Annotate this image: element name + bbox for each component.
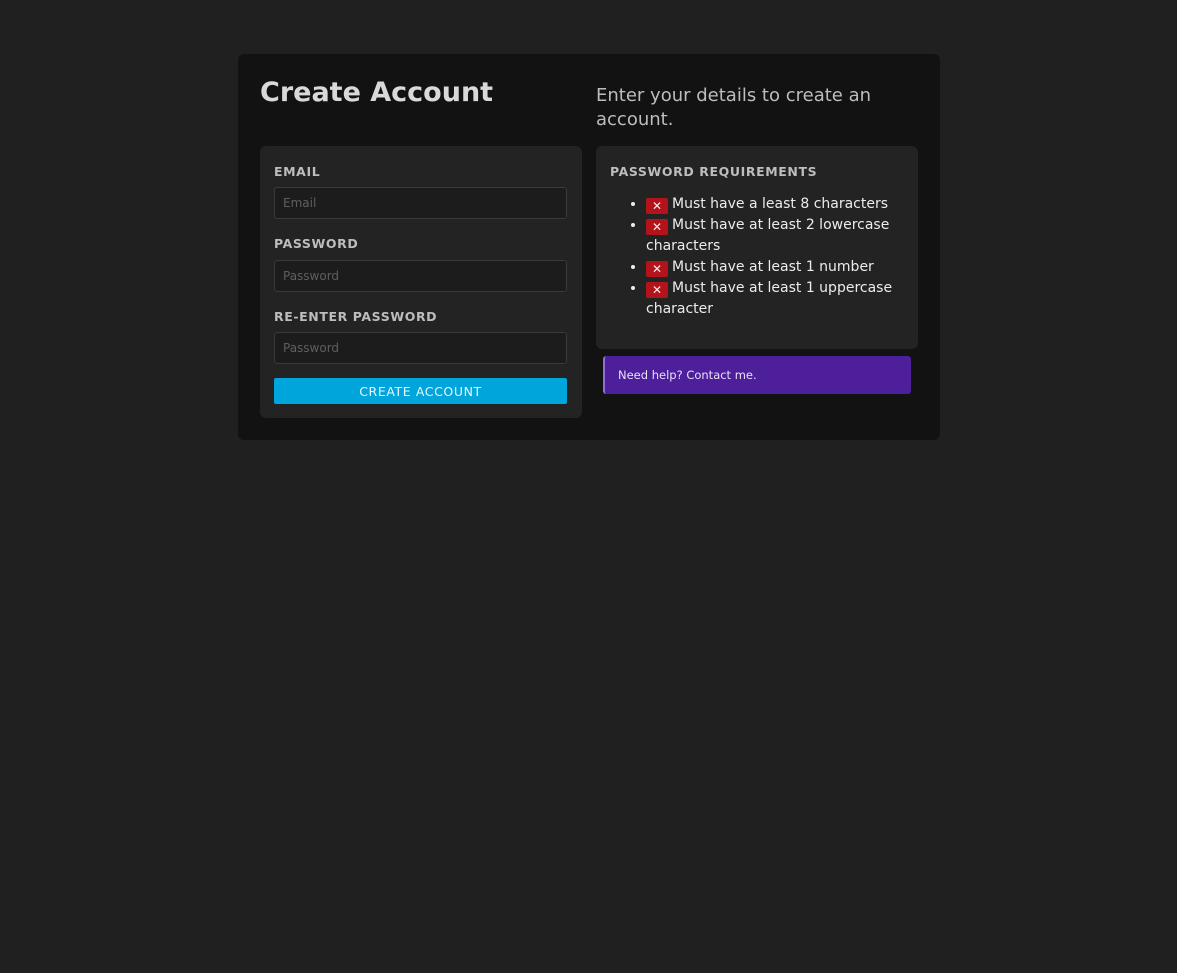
requirement-text: Must have a least 8 characters (672, 196, 889, 212)
password-requirements-panel: PASSWORD REQUIREMENTS ✕Must have a least… (596, 146, 918, 349)
close-icon: ✕ (646, 282, 668, 298)
page-subtitle: Enter your details to create an account. (596, 85, 872, 130)
requirement-item: ✕Must have at least 1 uppercase characte… (646, 278, 900, 320)
create-account-button[interactable]: CREATE ACCOUNT (274, 378, 567, 404)
password-label: PASSWORD (274, 236, 359, 251)
reenter-password-label: RE-ENTER PASSWORD (274, 309, 438, 324)
requirements-list: ✕Must have a least 8 characters ✕Must ha… (610, 194, 900, 320)
create-account-card: Create Account Enter your details to cre… (238, 54, 940, 440)
password-field[interactable] (274, 260, 567, 292)
requirement-text: Must have at least 1 number (672, 259, 874, 275)
email-field[interactable] (274, 187, 567, 219)
requirements-title: PASSWORD REQUIREMENTS (610, 164, 818, 179)
page-title: Create Account (260, 77, 494, 108)
email-label: EMAIL (274, 164, 321, 179)
close-icon: ✕ (646, 198, 668, 214)
requirement-item: ✕Must have at least 2 lowercase characte… (646, 215, 900, 257)
close-icon: ✕ (646, 261, 668, 277)
requirement-text: Must have at least 2 lowercase character… (646, 217, 890, 254)
signup-form: EMAIL PASSWORD RE-ENTER PASSWORD CREATE … (260, 146, 582, 418)
requirement-item: ✕Must have at least 1 number (646, 257, 900, 278)
requirement-item: ✕Must have a least 8 characters (646, 194, 900, 215)
requirement-text: Must have at least 1 uppercase character (646, 280, 893, 317)
reenter-password-field[interactable] (274, 332, 567, 364)
close-icon: ✕ (646, 219, 668, 235)
help-contact-link[interactable]: Need help? Contact me. (603, 356, 911, 394)
